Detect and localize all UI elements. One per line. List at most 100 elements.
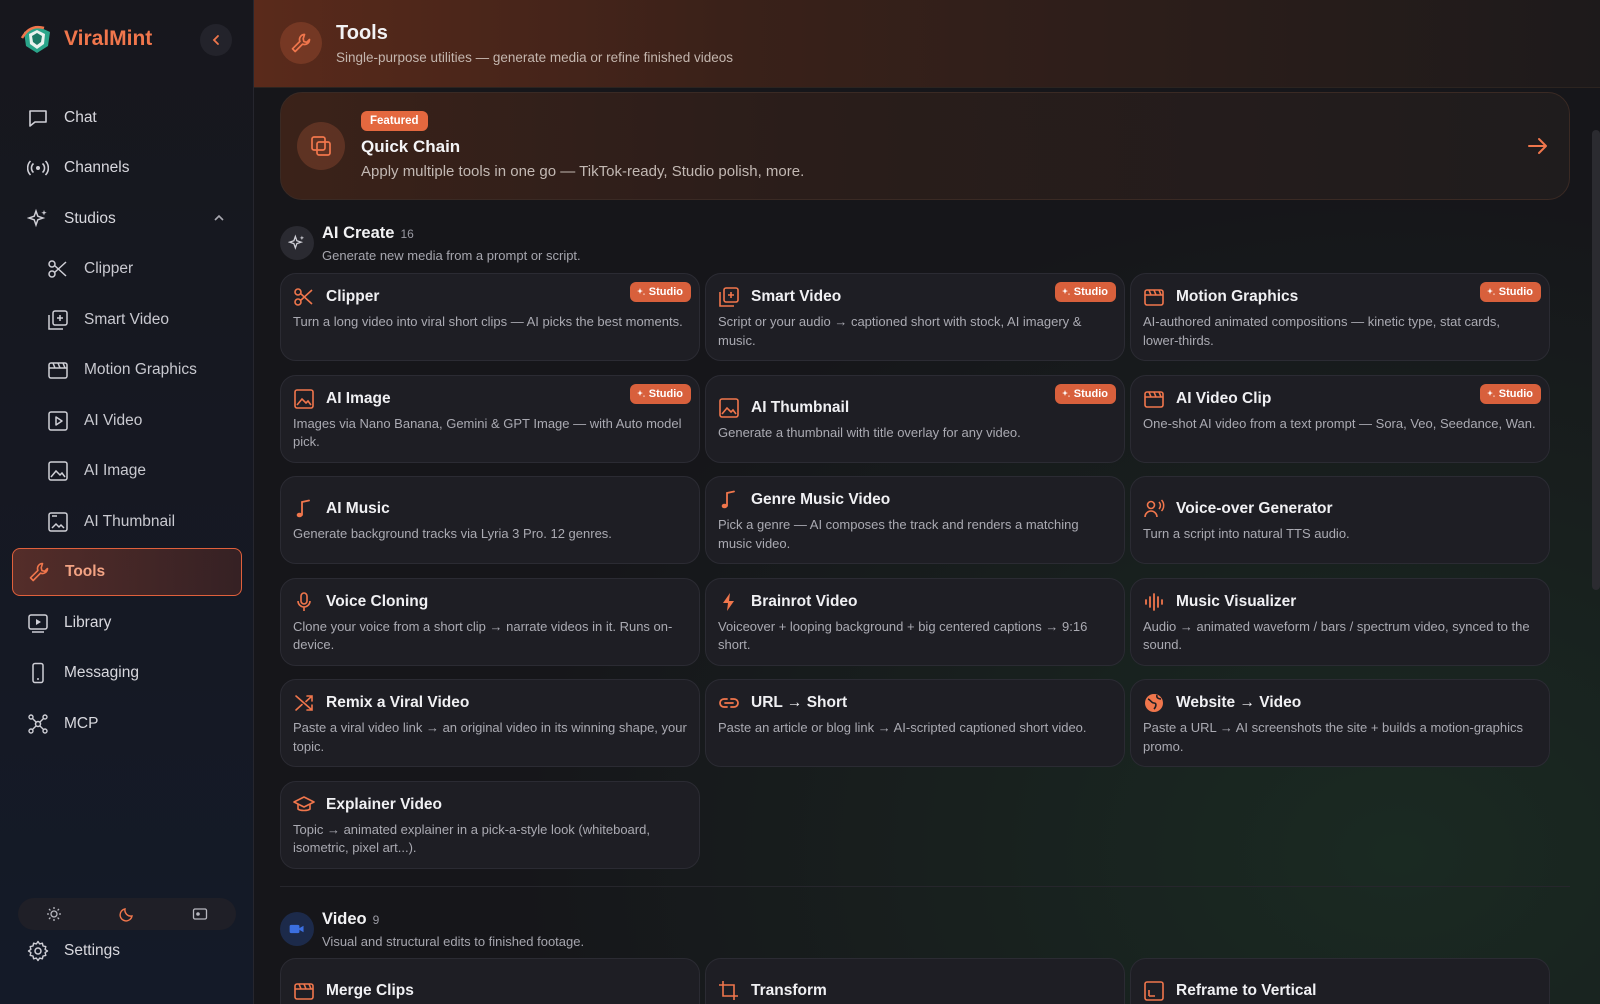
- sidebar-item-settings[interactable]: Settings: [12, 927, 242, 975]
- tool-card-ai-video-clip[interactable]: AI Video Clip One-shot AI video from a te…: [1130, 374, 1550, 463]
- gear-icon: [26, 939, 50, 963]
- featured-badge: Featured: [361, 111, 428, 131]
- video-camera-icon: [280, 912, 314, 946]
- tool-card-description: Turn a script into natural TTS audio.: [1143, 526, 1350, 541]
- tool-card-title: URL → Short: [751, 694, 848, 711]
- sidebar-item-label: AI Image: [84, 462, 147, 479]
- sparkles-icon: [636, 288, 645, 296]
- studio-badge: Studio: [1479, 282, 1541, 302]
- brand[interactable]: ViralMint: [20, 22, 152, 56]
- tool-card-description: Generate background tracks via Lyria 3 P…: [293, 526, 612, 541]
- clapper-icon: [1143, 388, 1165, 410]
- page-title: Tools: [336, 22, 388, 44]
- sidebar-item-tools[interactable]: Tools: [12, 548, 242, 596]
- section-subtitle: Visual and structural edits to finished …: [322, 934, 585, 949]
- sidebar-item-messaging[interactable]: Messaging: [12, 649, 242, 697]
- sidebar-item-label: Studios: [64, 210, 116, 227]
- tool-card-voice-cloning[interactable]: Voice Cloning Clone your voice from a sho…: [280, 577, 700, 666]
- library-icon: [26, 611, 50, 635]
- tool-card-title: Motion Graphics: [1176, 288, 1299, 305]
- tool-card-remix-a-viral-video[interactable]: Remix a Viral Video Paste a viral video l…: [280, 679, 700, 767]
- tool-card-title: Transform: [751, 982, 827, 999]
- scrollbar[interactable]: [1592, 130, 1600, 590]
- tool-card-reframe-to-vertical[interactable]: Reframe to Vertical: [1130, 958, 1550, 1004]
- sidebar-item-label: Clipper: [84, 260, 134, 277]
- studio-badge-label: Studio: [1498, 286, 1533, 298]
- music-icon: [293, 498, 315, 520]
- tool-card-genre-music-video[interactable]: Genre Music Video Pick a genre — AI compo…: [705, 476, 1125, 564]
- tool-card-description: Images via Nano Banana, Gemini & GPT Ima…: [293, 415, 682, 450]
- featured-quick-chain-card[interactable]: Featured Quick Chain Apply multiple tool…: [280, 92, 1570, 200]
- sidebar-item-chat[interactable]: Chat: [12, 94, 242, 142]
- sparkles-icon: [1486, 389, 1495, 397]
- studio-badge: Studio: [1479, 383, 1541, 404]
- sidebar-item-label: AI Thumbnail: [84, 513, 176, 530]
- section-title: Video 9: [322, 910, 380, 928]
- tool-card-description: One-shot AI video from a text prompt — S…: [1143, 415, 1536, 431]
- tool-card-ai-thumbnail[interactable]: AI Thumbnail Generate a thumbnail with ti…: [705, 374, 1125, 463]
- featured-description: Apply multiple tools in one go — TikTok-…: [361, 163, 805, 180]
- tool-card-description: AI-authored animated compositions — kine…: [1143, 314, 1500, 348]
- tool-card-title: Brainrot Video: [751, 592, 858, 610]
- tool-card-title: Voice-over Generator: [1176, 500, 1333, 517]
- theme-light-button[interactable]: [37, 901, 71, 927]
- tool-card-title: AI Thumbnail: [751, 398, 850, 416]
- collapse-sidebar-button[interactable]: [200, 24, 232, 56]
- sidebar-item-ai-video[interactable]: AI Video: [12, 397, 242, 445]
- studio-badge-label: Studio: [648, 387, 683, 400]
- tool-card-motion-graphics[interactable]: Motion Graphics AI-authored animated comp…: [1130, 273, 1550, 361]
- tool-card-merge-clips[interactable]: Merge Clips: [280, 958, 700, 1004]
- tool-card-title: Reframe to Vertical: [1176, 982, 1317, 999]
- theme-dark-button[interactable]: [110, 901, 144, 927]
- sidebar-item-ai-thumbnail[interactable]: AI Thumbnail: [12, 498, 242, 546]
- sparkles-icon: [636, 389, 645, 397]
- sidebar-item-library[interactable]: Library: [12, 599, 242, 647]
- speaker-person-icon: [1143, 498, 1165, 520]
- tool-card-explainer-video[interactable]: Explainer Video Topic → animated explaine…: [280, 780, 700, 869]
- tool-card-ai-image[interactable]: AI Image Images via Nano Banana, Gemini &…: [280, 374, 700, 463]
- theme-system-button[interactable]: [183, 901, 217, 927]
- main-content: Tools Single-purpose utilities — generat…: [254, 0, 1600, 1004]
- page-header: Tools Single-purpose utilities — generat…: [254, 0, 1600, 88]
- sidebar-item-smart-video[interactable]: Smart Video: [12, 296, 242, 344]
- microphone-icon: [293, 591, 315, 613]
- tool-card-url-short[interactable]: URL → Short Paste an article or blog link…: [705, 679, 1125, 767]
- sun-icon: [47, 907, 62, 921]
- tool-card-brainrot-video[interactable]: Brainrot Video Voiceover + looping backgr…: [705, 577, 1125, 666]
- tool-card-transform[interactable]: Transform: [705, 958, 1125, 1004]
- tool-card-ai-music[interactable]: AI Music Generate background tracks via L…: [280, 476, 700, 564]
- studio-badge: Studio: [1054, 282, 1116, 302]
- section-count: 9: [372, 913, 380, 927]
- sparkles-icon: [1061, 288, 1070, 296]
- tool-card-title: AI Image: [326, 389, 391, 407]
- chevron-left-icon: [212, 35, 219, 45]
- brand-name: ViralMint: [64, 27, 153, 50]
- monitor-icon: [192, 908, 207, 920]
- page-subtitle: Single-purpose utilities — generate medi…: [336, 50, 733, 65]
- sidebar-item-mcp[interactable]: MCP: [12, 700, 242, 748]
- tool-card-description: Paste an article or blog link → AI-scrip…: [718, 720, 1087, 735]
- section-divider: [280, 886, 1570, 887]
- plus-square-icon: [718, 286, 740, 308]
- sidebar-item-motion-graphics[interactable]: Motion Graphics: [12, 346, 242, 394]
- sidebar-item-label: Tools: [65, 563, 106, 580]
- sidebar-item-studios[interactable]: Studios: [12, 195, 242, 243]
- tool-card-voice-over-generator[interactable]: Voice-over Generator Turn a script into n…: [1130, 476, 1550, 564]
- tool-card-music-visualizer[interactable]: Music Visualizer Audio → animated wavefor…: [1130, 577, 1550, 666]
- shuffle-icon: [293, 692, 315, 714]
- sidebar-item-channels[interactable]: Channels: [12, 144, 242, 192]
- sidebar-item-ai-image[interactable]: AI Image: [12, 447, 242, 495]
- scissors-icon: [293, 286, 315, 308]
- studio-badge-label: Studio: [1073, 286, 1108, 298]
- image-icon: [46, 459, 70, 483]
- tool-card-title: Music Visualizer: [1176, 592, 1297, 610]
- tool-card-clipper[interactable]: Clipper Turn a long video into viral shor…: [280, 273, 700, 361]
- sidebar-item-clipper[interactable]: Clipper: [12, 245, 242, 293]
- tool-card-description: Clone your voice from a short clip → nar…: [293, 618, 673, 653]
- tool-card-title: Voice Cloning: [326, 592, 429, 610]
- tool-card-website-video[interactable]: Website → Video Paste a URL → AI screensh…: [1130, 679, 1550, 767]
- crop-icon: [718, 980, 740, 1002]
- tool-card-description: Generate a thumbnail with title overlay …: [718, 424, 1021, 440]
- tool-card-smart-video[interactable]: Smart Video Script or your audio → captio…: [705, 273, 1125, 361]
- sidebar-item-label: Smart Video: [84, 311, 170, 328]
